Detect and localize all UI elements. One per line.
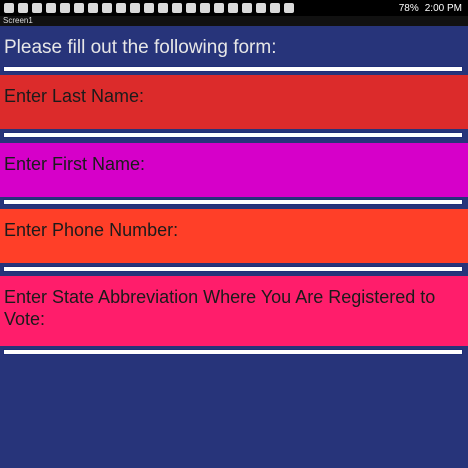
last-name-label: Enter Last Name: [4,86,145,106]
window-title-text: Screen1 [3,16,33,25]
top-input[interactable] [3,66,463,72]
notification-icon [32,3,42,13]
state-label: Enter State Abbreviation Where You Are R… [4,287,436,329]
download-icon [60,3,70,13]
download-icon [144,3,154,13]
email-icon [172,3,182,13]
download-icon [46,3,56,13]
download-icon [88,3,98,13]
battery-percent: 78% [398,2,419,14]
notification-icon [18,3,28,13]
first-name-label: Enter First Name: [4,154,146,174]
status-icons [4,2,294,14]
state-panel: Enter State Abbreviation Where You Are R… [0,276,468,346]
first-name-input[interactable] [3,199,463,205]
window-title: Screen1 [0,16,468,26]
notification-icon [4,3,14,13]
email-icon [186,3,196,13]
last-name-panel: Enter Last Name: [0,75,468,129]
app-icon [228,3,238,13]
last-name-input[interactable] [3,132,463,138]
flag-icon [242,3,252,13]
status-bar: 78% 2:00 PM [0,0,468,16]
status-right: 78% 2:00 PM [399,2,462,14]
download-icon [130,3,140,13]
download-icon [102,3,112,13]
phone-input[interactable] [3,266,463,272]
app-icon [214,3,224,13]
download-icon [116,3,126,13]
state-input[interactable] [3,349,463,355]
phone-label: Enter Phone Number: [4,220,179,240]
form-heading: Please fill out the following form: [4,37,277,58]
first-name-panel: Enter First Name: [0,143,468,197]
phone-panel: Enter Phone Number: [0,209,468,263]
download-icon [74,3,84,13]
warning-icon [270,3,280,13]
image-icon [158,3,168,13]
email-icon [200,3,210,13]
warning-icon [284,3,294,13]
clock: 2:00 PM [424,2,462,14]
flag-icon [256,3,266,13]
